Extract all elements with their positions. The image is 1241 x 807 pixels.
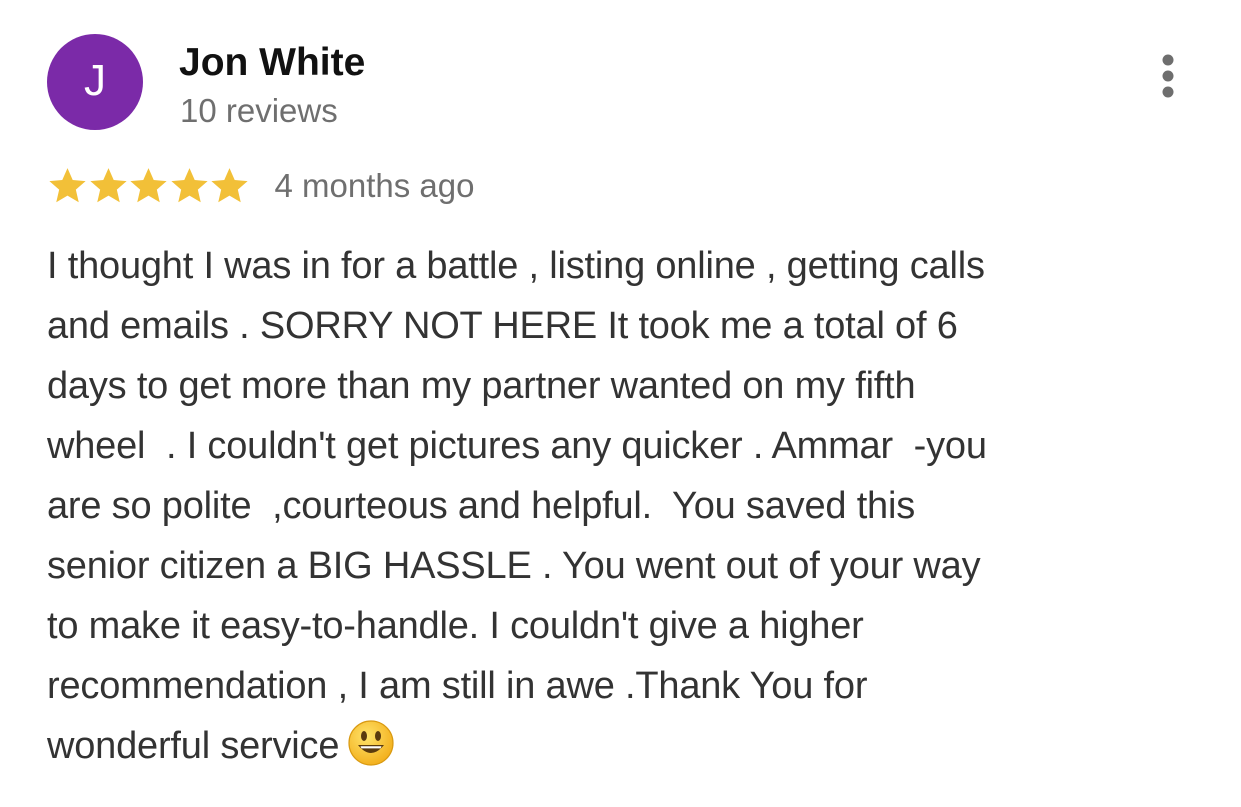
review-time: 4 months ago [274,167,475,204]
review-text-segment: are so polite ,courteous and helpful. Yo… [47,485,916,527]
avatar[interactable]: J [47,34,143,130]
star-rating [47,165,250,206]
review-text-line: to make it easy-to-handle. I couldn't gi… [47,596,1167,656]
reviewer-review-count[interactable]: 10 reviews [180,91,338,131]
review-text-line: I thought I was in for a battle , listin… [47,236,1167,296]
more-options-button[interactable] [1150,52,1186,100]
star-icon [49,168,86,203]
star-icon [211,168,248,203]
review-body: I thought I was in for a battle , listin… [47,236,1167,776]
review-text-segment: I thought I was in for a battle , listin… [47,245,985,287]
review-text-line: recommendation , I am still in awe .Than… [47,656,1167,716]
star-icon [89,168,127,203]
review-text-line: senior citizen a BIG HASSLE . You went o… [47,536,1167,596]
review-text-segment: wheel . I couldn't get pictures any quic… [47,425,987,467]
review-text-line: and emails . SORRY NOT HERE It took me a… [47,296,1167,356]
rating-row: 4 months ago [47,163,474,208]
review-text-line: wheel . I couldn't get pictures any quic… [47,416,1167,476]
review-text-line: are so polite ,courteous and helpful. Yo… [47,476,1167,536]
smiling-face-emoji [348,720,394,766]
reviewer-name[interactable]: Jon White [179,40,365,87]
review-text-segment: to make it easy-to-handle. I couldn't gi… [47,605,864,647]
review-text-segment: and emails . SORRY NOT HERE It took me a… [47,305,958,347]
review-text-segment: days to get more than my partner wanted … [47,365,916,407]
review-text-segment: wonderful service [47,725,340,767]
avatar-initial: J [84,56,106,105]
review-text-segment: senior citizen a BIG HASSLE . You went o… [47,545,981,587]
review-text-line: days to get more than my partner wanted … [47,356,1167,416]
more-vertical-icon [1162,54,1174,98]
review-text-line: wonderful service [47,716,1167,776]
review-text-segment: recommendation , I am still in awe .Than… [47,665,868,707]
star-icon [170,168,208,203]
star-icon [130,168,167,203]
